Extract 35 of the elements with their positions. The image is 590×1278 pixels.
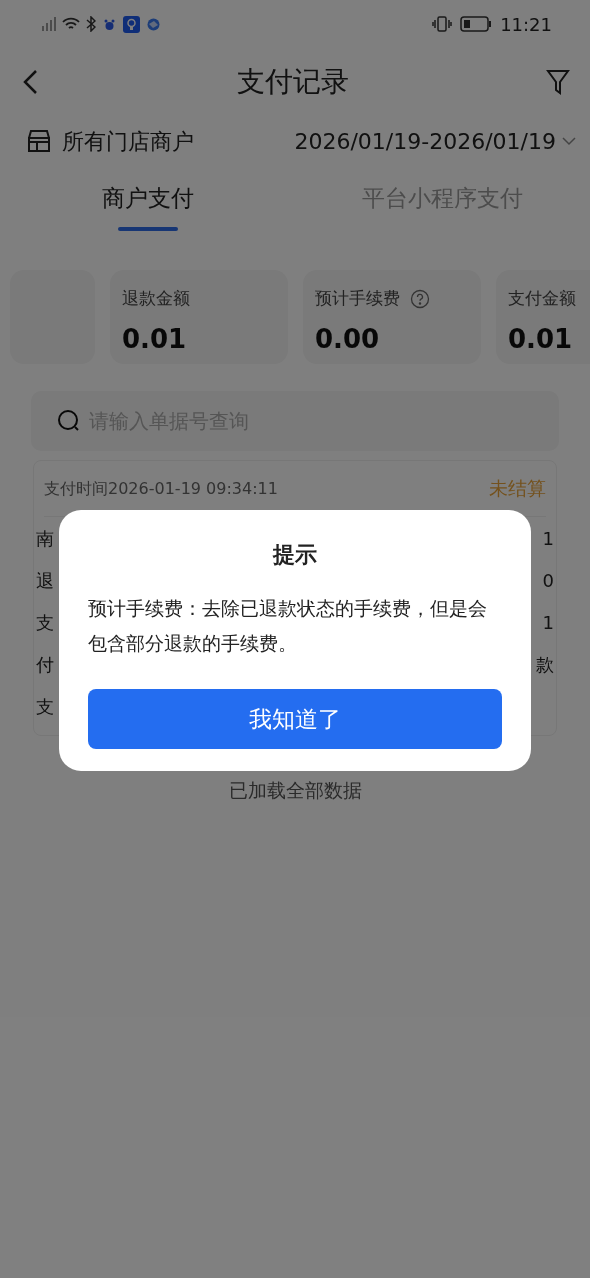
tab[interactable]: 商户支付 bbox=[0, 166, 295, 238]
payment-time: 支付时间2026-01-19 09:34:11 bbox=[44, 477, 278, 500]
row-value: 款 bbox=[536, 652, 554, 677]
row-label: 退 bbox=[36, 568, 54, 593]
stat-value: 0.01 bbox=[508, 322, 574, 356]
date-range-selector[interactable]: 2026/01/19-2026/01/19 bbox=[294, 124, 576, 158]
chevron-down-icon bbox=[562, 136, 576, 146]
store-icon bbox=[26, 128, 52, 154]
bluetooth-icon bbox=[86, 16, 96, 32]
dialog-title: 提示 bbox=[273, 541, 317, 569]
wifi-icon bbox=[61, 16, 81, 32]
row-value: 1 bbox=[542, 526, 554, 551]
stat-label: 退款金额 bbox=[122, 287, 190, 310]
loaded-all-note: 已加载全部数据 bbox=[227, 778, 363, 803]
help-icon[interactable] bbox=[410, 288, 430, 309]
stat-value: 0.00 bbox=[315, 322, 381, 356]
bulb-app-icon bbox=[123, 15, 140, 33]
stat-label: 预计手续费 bbox=[315, 287, 400, 310]
vibrate-icon bbox=[432, 16, 453, 32]
row-label: 支 bbox=[36, 610, 54, 635]
row-label: 付 bbox=[36, 652, 54, 677]
status-time: 11:21 bbox=[500, 12, 552, 37]
stat-label: 支付金额 bbox=[508, 287, 576, 310]
search-icon bbox=[57, 409, 81, 433]
store-selector[interactable]: 所有门店商户 bbox=[26, 124, 194, 158]
acknowledge-button[interactable]: 我知道了 bbox=[88, 689, 502, 749]
row-value: 1 bbox=[542, 610, 554, 635]
page-title: 支付记录 bbox=[237, 64, 349, 100]
row-value: 0 bbox=[542, 568, 554, 593]
battery-icon bbox=[460, 16, 493, 32]
dialog-message: 预计手续费：去除已退款状态的手续费，但是会包含部分退款的手续费。 bbox=[88, 596, 488, 656]
stat-value: 0.01 bbox=[122, 322, 188, 356]
settlement-status: 未结算 bbox=[489, 476, 546, 502]
row-label: 支 bbox=[36, 694, 54, 719]
row-label: 南 bbox=[36, 526, 54, 551]
